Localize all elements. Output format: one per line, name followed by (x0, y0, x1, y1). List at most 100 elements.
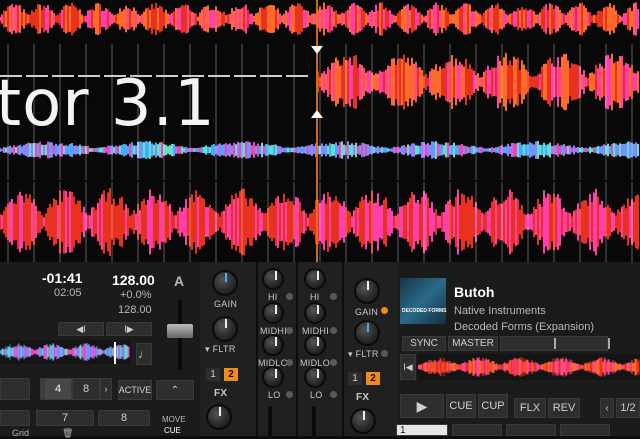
play-icon: ▶ (416, 397, 428, 414)
note-icon: ♩ (138, 347, 150, 361)
beatjump-more-button[interactable]: › (100, 378, 112, 400)
eq-midlo-led-b (330, 359, 337, 366)
fx-1-toggle-a[interactable]: 1 (206, 368, 220, 381)
eq-midlo-knob-a[interactable] (262, 334, 284, 356)
eq-midhi-knob-b[interactable] (304, 302, 326, 324)
waveform-deck-c[interactable] (0, 182, 640, 262)
eq-lo-label-a: LO (268, 390, 281, 400)
deck-a-base-bpm: 128.00 (118, 304, 152, 316)
chevron-up-icon: ⌃ (170, 384, 180, 396)
fx-knob-a[interactable] (206, 404, 232, 430)
tempo-fader-handle[interactable] (167, 324, 193, 338)
gain-label-a: GAIN (214, 299, 238, 309)
eq-hi-label-b: HI (310, 292, 320, 302)
beatjump-back-button[interactable]: ◀I (58, 322, 104, 336)
filter-label-a: ▾ FLTR (205, 344, 236, 354)
move-cue-label[interactable]: CUE (164, 426, 181, 435)
loop-7-button[interactable]: 7 (36, 410, 94, 426)
gain-knob-b[interactable] (354, 278, 380, 304)
loop-8-button[interactable]: 8 (98, 410, 150, 426)
waveform-overview-top[interactable] (0, 0, 640, 38)
filter-text-b: FLTR (355, 349, 379, 359)
mixer-divider-center (296, 262, 298, 436)
tempo-fader[interactable] (165, 300, 195, 370)
mixer-divider-left (256, 262, 258, 436)
collapse-button[interactable]: ⌃ (156, 380, 194, 400)
sync-button[interactable]: SYNC (402, 336, 446, 351)
deck-b-track-album: Decoded Forms (Expansion) (454, 321, 595, 333)
grid-label: Grid (12, 428, 30, 438)
eq-midhi-led-a (286, 327, 293, 334)
trash-icon[interactable]: 🗑 (62, 428, 73, 439)
loop-7-label: 7 (61, 412, 69, 424)
beatjump-forward-button[interactable]: I▶ (106, 322, 152, 336)
loop-slot-left[interactable] (0, 410, 30, 426)
deck-b-stripe[interactable] (417, 354, 640, 380)
channel-fader-a[interactable] (268, 406, 272, 436)
filter-label-b: ▾ FLTR (348, 349, 379, 359)
deck-a-time-remaining: -01:41 (42, 270, 83, 286)
eq-lo-knob-b[interactable] (304, 366, 326, 388)
deck-a-pitch: +0.0% (120, 289, 152, 301)
fx-label-a: FX (214, 388, 228, 399)
eq-midhi-led-b (330, 327, 337, 334)
deck-b-track-title: Butoh (454, 284, 495, 300)
eq-lo-led-b (330, 391, 337, 398)
master-button[interactable]: MASTER (448, 336, 498, 351)
loop-size-display[interactable]: 1/2 (616, 398, 640, 418)
eq-midlo-knob-b[interactable] (304, 334, 326, 356)
eq-hi-knob-a[interactable] (262, 268, 284, 290)
deck-a-letter: A (174, 273, 185, 289)
waveform-deck-c-svg (0, 182, 639, 262)
move-label: MOVE (162, 415, 186, 424)
flux-button[interactable]: FLX (514, 398, 546, 418)
beatjump-8-button[interactable]: 8 (72, 378, 100, 400)
channel-fader-b[interactable] (312, 406, 316, 436)
beatphase-center-tick (554, 338, 556, 349)
beatphase-right-tick (608, 338, 610, 349)
beatjump-left-slot[interactable] (0, 378, 30, 400)
play-button[interactable]: ▶ (400, 394, 444, 418)
gain-label-b: GAIN (355, 307, 379, 317)
fx-1-toggle-b[interactable]: 1 (348, 372, 362, 385)
cup-button[interactable]: CUP (478, 394, 508, 418)
filter-text-a: FLTR (212, 344, 236, 354)
chevron-left-icon: ‹ (605, 402, 609, 414)
hotcue-4-button[interactable] (560, 424, 610, 436)
eq-lo-led-a (286, 391, 293, 398)
deck-b-stripe-svg (417, 357, 640, 377)
playhead-line (316, 0, 318, 262)
fx-knob-b[interactable] (350, 408, 376, 434)
hotcue-2-button[interactable] (452, 424, 502, 436)
filter-knob-b[interactable] (354, 320, 380, 346)
deck-a-time-elapsed: 02:05 (54, 287, 82, 299)
deck-b-jump-start-button[interactable]: I◀ (400, 354, 416, 380)
mixer-divider-right (342, 262, 344, 436)
skip-back-icon: I◀ (403, 361, 413, 372)
deck-a-bpm[interactable]: 128.00 (112, 272, 155, 288)
promo-title: tor 3.1 (0, 67, 216, 141)
quantize-note-button[interactable]: ♩ (136, 343, 152, 365)
hotcue-1-button[interactable]: 1 (396, 424, 448, 436)
eq-lo-knob-a[interactable] (262, 366, 284, 388)
eq-midhi-knob-a[interactable] (262, 302, 284, 324)
hotcue-3-button[interactable] (506, 424, 556, 436)
eq-hi-led-b (330, 293, 337, 300)
loop-size-decrease-button[interactable]: ‹ (600, 398, 614, 418)
beatjump-4-button-selected[interactable]: 4 (44, 378, 72, 400)
eq-hi-label-a: HI (268, 292, 278, 302)
fx-2-toggle-a[interactable]: 2 (224, 368, 238, 381)
active-button[interactable]: ACTIVE (118, 380, 152, 400)
filter-knob-a[interactable] (212, 316, 238, 342)
deck-a-stripe[interactable] (0, 340, 130, 364)
fx-2-toggle-b[interactable]: 2 (366, 372, 380, 385)
playhead-bottom-marker (311, 110, 323, 118)
gain-knob-a[interactable] (212, 270, 238, 296)
waveform-area[interactable]: tor 3.1 (0, 0, 640, 262)
eq-lo-label-b: LO (310, 390, 323, 400)
deck-b-track-artist: Native Instruments (454, 305, 546, 317)
eq-hi-knob-b[interactable] (304, 268, 326, 290)
reverse-button[interactable]: REV (548, 398, 580, 418)
cue-button[interactable]: CUE (446, 394, 476, 418)
loop-8-label: 8 (120, 412, 128, 424)
